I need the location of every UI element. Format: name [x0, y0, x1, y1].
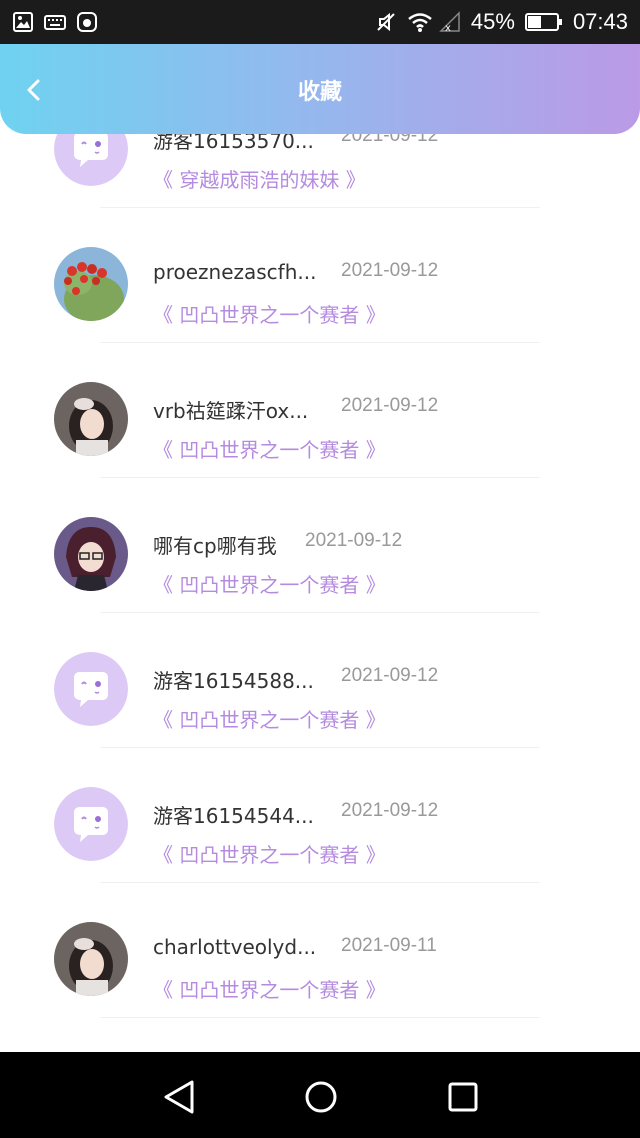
- list-item[interactable]: 游客16153570... 2021-09-12 《 穿越成雨浩的妹妹 》: [0, 134, 640, 210]
- user-name: proeznezascfh...: [153, 260, 317, 284]
- book-title-link[interactable]: 《 穿越成雨浩的妹妹 》: [153, 164, 366, 193]
- app-icon: [76, 11, 98, 33]
- divider: [100, 477, 540, 478]
- divider: [100, 747, 540, 748]
- divider: [100, 1017, 540, 1018]
- divider: [100, 207, 540, 208]
- mute-icon: [375, 11, 397, 33]
- divider: [100, 342, 540, 343]
- user-name: 游客16153570...: [153, 134, 314, 153]
- status-bar: x 45% 07:43: [0, 0, 640, 44]
- favorite-date: 2021-09-12: [341, 134, 439, 146]
- list-item[interactable]: vrb祜筵蹂汗ox... 2021-09-12 《 凹凸世界之一个赛者 》: [0, 345, 640, 480]
- favorites-list[interactable]: 游客16153570... 2021-09-12 《 穿越成雨浩的妹妹 》 proez…: [0, 134, 640, 1052]
- home-circle-icon[interactable]: [301, 1077, 341, 1117]
- battery-icon: [524, 12, 563, 32]
- system-nav-bar: [0, 1052, 640, 1138]
- user-name: charlottveolyd...: [153, 935, 317, 959]
- list-item[interactable]: charlottveolyd... 2021-09-11 《 凹凸世界之一个赛者 》: [0, 885, 640, 1020]
- clock: 07:43: [572, 9, 628, 34]
- user-name: 游客16154544...: [153, 804, 314, 828]
- back-triangle-icon[interactable]: [160, 1077, 200, 1117]
- battery-percent: 45%: [470, 9, 515, 34]
- book-title-link[interactable]: 《 凹凸世界之一个赛者 》: [153, 839, 386, 868]
- recents-square-icon[interactable]: [443, 1077, 483, 1117]
- wifi-icon: [407, 11, 432, 33]
- favorite-date: 2021-09-12: [341, 665, 439, 686]
- avatar[interactable]: [54, 787, 128, 861]
- avatar[interactable]: [54, 517, 128, 591]
- book-title-link[interactable]: 《 凹凸世界之一个赛者 》: [153, 974, 386, 1003]
- favorite-date: 2021-09-12: [341, 260, 439, 281]
- avatar[interactable]: [54, 382, 128, 456]
- favorite-date: 2021-09-12: [341, 800, 439, 821]
- avatar[interactable]: [54, 247, 128, 321]
- favorite-date: 2021-09-11: [341, 935, 437, 956]
- book-title-link[interactable]: 《 凹凸世界之一个赛者 》: [153, 434, 386, 463]
- signal-icon: x: [439, 11, 461, 34]
- image-icon: [12, 11, 34, 33]
- divider: [100, 612, 540, 613]
- list-item[interactable]: 游客16154544... 2021-09-12 《 凹凸世界之一个赛者 》: [0, 750, 640, 885]
- user-name: 游客16154588...: [153, 669, 314, 693]
- keyboard-icon: [44, 11, 66, 33]
- book-title-link[interactable]: 《 凹凸世界之一个赛者 》: [153, 569, 386, 598]
- list-item[interactable]: 哪有cp哪有我 2021-09-12 《 凹凸世界之一个赛者 》: [0, 480, 640, 615]
- avatar[interactable]: [54, 652, 128, 726]
- header-bar: 收藏: [0, 44, 640, 134]
- avatar[interactable]: [54, 922, 128, 996]
- book-title-link[interactable]: 《 凹凸世界之一个赛者 》: [153, 299, 386, 328]
- page-title: 收藏: [297, 80, 342, 105]
- divider: [100, 882, 540, 883]
- avatar[interactable]: [54, 134, 128, 186]
- svg-text:x: x: [445, 23, 451, 33]
- list-item[interactable]: proeznezascfh... 2021-09-12 《 凹凸世界之一个赛者 》: [0, 210, 640, 345]
- book-title-link[interactable]: 《 凹凸世界之一个赛者 》: [153, 704, 386, 733]
- favorite-date: 2021-09-12: [341, 395, 439, 416]
- favorite-date: 2021-09-12: [305, 530, 403, 551]
- list-item[interactable]: 游客16154588... 2021-09-12 《 凹凸世界之一个赛者 》: [0, 615, 640, 750]
- user-name: 哪有cp哪有我: [153, 534, 277, 558]
- user-name: vrb祜筵蹂汗ox...: [153, 399, 309, 423]
